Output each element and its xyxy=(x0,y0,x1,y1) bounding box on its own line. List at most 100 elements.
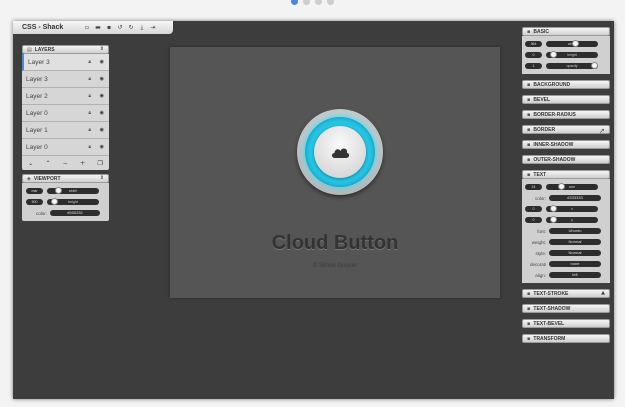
layer-row[interactable]: Layer 2 🔒︎ ◉ xyxy=(22,88,109,105)
basic-opacity-slider[interactable]: opacity xyxy=(546,62,598,69)
layer-label: Layer 2 xyxy=(26,92,48,100)
background-section-title: BACKGROUND xyxy=(533,81,571,88)
text-y-value[interactable]: 0 xyxy=(525,217,542,223)
viewport-panel-title: VIEWPORT xyxy=(33,175,61,182)
basic-opacity-label: opacity xyxy=(566,64,578,68)
bevel-section-header[interactable]: ▪ BEVEL xyxy=(522,95,610,104)
slider-knob[interactable] xyxy=(591,62,598,69)
section-icon: ▪ xyxy=(527,141,531,148)
lock-icon[interactable]: 🔒︎ xyxy=(88,93,91,99)
inner-shadow-section: ▪ INNER-SHADOW xyxy=(522,140,610,149)
slide-dot[interactable] xyxy=(315,0,322,5)
duplicate-layer-icon[interactable]: ❐ xyxy=(97,160,102,167)
text-stroke-section-header[interactable]: ▪ TEXT-STROKE ▲ xyxy=(522,289,610,298)
slider-knob[interactable] xyxy=(55,187,62,194)
text-font-select[interactable]: Ubuntu xyxy=(549,228,601,234)
canvas-title: Cloud Button xyxy=(271,232,399,254)
text-shadow-section-header[interactable]: ▪ TEXT-SHADOW xyxy=(522,304,610,313)
move-down-icon[interactable]: ⌄ xyxy=(28,160,33,167)
bevel-section-title: BEVEL xyxy=(533,96,551,103)
lock-icon[interactable]: 🔒︎ xyxy=(88,110,91,116)
section-icon: ▪ xyxy=(527,305,531,312)
slider-knob[interactable] xyxy=(572,40,579,47)
text-align-row: align: left xyxy=(525,270,607,280)
redo-icon[interactable]: ↻ xyxy=(128,24,134,31)
export-icon[interactable]: ⇥ xyxy=(150,24,156,31)
text-x-value[interactable]: 0 xyxy=(525,206,542,212)
viewport-width-value[interactable]: mar xyxy=(26,188,43,194)
cloud-button[interactable] xyxy=(297,109,383,195)
text-bevel-section-header[interactable]: ▪ TEXT-BEVEL xyxy=(522,319,610,328)
design-canvas[interactable]: Cloud Button © Simon Goucer xyxy=(170,47,500,298)
text-align-select[interactable]: left xyxy=(549,272,601,278)
basic-width-value[interactable]: 364 xyxy=(525,41,542,47)
inner-shadow-section-header[interactable]: ▪ INNER-SHADOW xyxy=(522,140,610,149)
transform-section-header[interactable]: ▪ TRANSFORM xyxy=(522,334,610,343)
eye-icon[interactable]: ◉ xyxy=(100,144,104,150)
lock-icon[interactable]: 🔒︎ xyxy=(88,59,91,65)
eye-icon[interactable]: ◉ xyxy=(100,110,104,116)
text-size-value[interactable]: 24 xyxy=(525,184,542,190)
remove-layer-icon[interactable]: − xyxy=(63,160,68,167)
layer-row[interactable]: Layer 0 🔒︎ ◉ xyxy=(22,105,109,122)
eye-icon[interactable]: ◉ xyxy=(100,76,104,82)
text-y-slider[interactable]: y xyxy=(546,216,598,223)
border-radius-section-header[interactable]: ▪ BORDER-RADIUS xyxy=(522,110,610,119)
viewport-panel-header[interactable]: ◈ VIEWPORT ⇕ xyxy=(22,174,109,183)
viewport-height-slider[interactable]: height xyxy=(47,198,99,205)
layer-row[interactable]: Layer 0 🔒︎ ◉ xyxy=(22,139,109,156)
slide-dot[interactable] xyxy=(327,0,334,5)
viewport-height-label: height xyxy=(68,200,78,204)
basic-height-value[interactable]: 0 xyxy=(525,52,542,58)
undo-icon[interactable]: ↺ xyxy=(117,24,123,31)
text-size-slider[interactable]: size xyxy=(546,183,598,190)
viewport-height-value[interactable]: 500 xyxy=(26,199,43,205)
slider-knob[interactable] xyxy=(550,205,557,212)
basic-height-slider[interactable]: height xyxy=(546,51,598,58)
outer-shadow-section-header[interactable]: ▪ OUTER-SHADOW xyxy=(522,155,610,164)
new-file-icon[interactable]: ▫ xyxy=(84,24,90,31)
text-x-slider[interactable]: x xyxy=(546,205,598,212)
mouse-cursor-icon: ➚ xyxy=(599,127,605,135)
sort-icon[interactable]: ⇕ xyxy=(100,175,104,181)
lock-icon[interactable]: 🔒︎ xyxy=(88,144,91,150)
text-color-field[interactable]: #333333 xyxy=(549,195,601,201)
text-style-select[interactable]: Normal xyxy=(549,250,601,256)
layers-panel-header[interactable]: ▤ LAYERS ⇕ xyxy=(22,45,109,54)
slider-knob[interactable] xyxy=(550,216,557,223)
text-style-row: style: Normal xyxy=(525,248,607,258)
download-icon[interactable]: ⤓ xyxy=(139,24,145,31)
layer-row[interactable]: Layer 1 🔒︎ ◉ xyxy=(22,122,109,139)
add-layer-icon[interactable]: + xyxy=(80,160,85,167)
text-section-header[interactable]: ▪ TEXT xyxy=(522,170,610,179)
basic-width-slider[interactable]: width xyxy=(546,40,598,47)
eye-icon[interactable]: ◉ xyxy=(100,59,104,65)
text-y-label: y xyxy=(571,218,573,222)
eye-icon[interactable]: ◉ xyxy=(100,93,104,99)
text-decoration-select[interactable]: none xyxy=(549,261,601,267)
basic-opacity-value[interactable]: 1 xyxy=(525,63,542,69)
sort-icon[interactable]: ⇕ xyxy=(100,46,104,52)
lock-icon[interactable]: 🔒︎ xyxy=(88,76,91,82)
viewport-color-field[interactable]: #555252 xyxy=(50,210,100,216)
slider-knob[interactable] xyxy=(558,183,565,190)
text-bevel-section: ▪ TEXT-BEVEL xyxy=(522,319,610,328)
open-folder-icon[interactable]: ▬ xyxy=(95,24,101,31)
border-section-header[interactable]: ▪ BORDER ➚ xyxy=(522,125,610,135)
text-weight-select[interactable]: Normal xyxy=(549,239,601,245)
layer-row[interactable]: Layer 3 🔒︎ ◉ xyxy=(22,54,109,71)
move-up-icon[interactable]: ⌃ xyxy=(45,160,50,167)
eye-icon[interactable]: ◉ xyxy=(100,127,104,133)
background-section-header[interactable]: ▪ BACKGROUND xyxy=(522,80,610,89)
slide-dot[interactable] xyxy=(303,0,310,5)
lock-icon[interactable]: 🔒︎ xyxy=(88,127,91,133)
slider-knob[interactable] xyxy=(550,51,557,58)
basic-section-header[interactable]: ▪ BASIC xyxy=(522,27,610,36)
text-font-label: font: xyxy=(537,228,546,234)
slide-dot[interactable] xyxy=(291,0,298,5)
viewport-width-slider[interactable]: width xyxy=(47,187,99,194)
layer-row[interactable]: Layer 3 🔒︎ ◉ xyxy=(22,71,109,88)
basic-height-row: 0 height xyxy=(525,50,607,60)
save-icon[interactable]: ▪ xyxy=(106,24,112,31)
slider-knob[interactable] xyxy=(51,198,58,205)
